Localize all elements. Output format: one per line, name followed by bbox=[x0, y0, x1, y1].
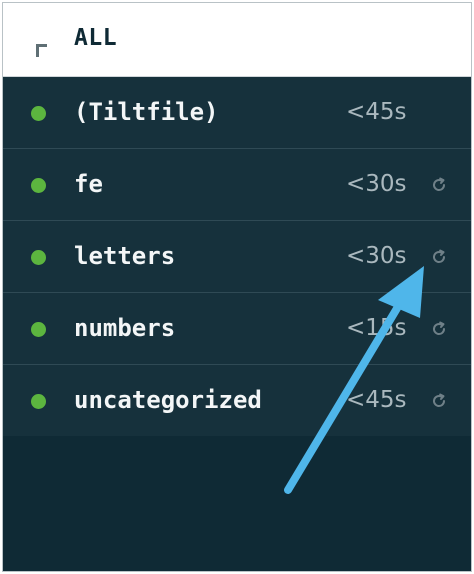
reload-icon[interactable] bbox=[431, 321, 447, 337]
status-indicator-dot bbox=[31, 178, 46, 193]
sidebar-empty-area bbox=[3, 436, 471, 571]
resource-update-time: <45s bbox=[346, 99, 407, 125]
resource-row-fe[interactable]: fe <30s bbox=[3, 149, 471, 221]
all-resources-label: ALL bbox=[74, 25, 118, 51]
status-indicator-dot bbox=[31, 106, 46, 121]
resource-name: fe bbox=[74, 170, 103, 198]
resource-sidebar: ALL (Tiltfile) <45s fe <30s letters <30s bbox=[2, 2, 472, 572]
status-indicator-dot bbox=[31, 394, 46, 409]
corner-bracket-icon bbox=[36, 44, 47, 57]
reload-icon[interactable] bbox=[431, 177, 447, 193]
resource-update-time: <45s bbox=[346, 387, 407, 413]
resource-update-time: <30s bbox=[346, 171, 407, 197]
resource-row-numbers[interactable]: numbers <15s bbox=[3, 293, 471, 365]
resource-list: (Tiltfile) <45s fe <30s letters <30s num… bbox=[3, 77, 471, 437]
resource-update-time: <15s bbox=[346, 315, 407, 341]
resource-name: (Tiltfile) bbox=[74, 98, 219, 126]
reload-icon[interactable] bbox=[431, 393, 447, 409]
resource-name: letters bbox=[74, 242, 176, 270]
all-resources-header[interactable]: ALL bbox=[3, 3, 471, 77]
resource-row-tiltfile[interactable]: (Tiltfile) <45s bbox=[3, 77, 471, 149]
resource-update-time: <30s bbox=[346, 243, 407, 269]
status-indicator-dot bbox=[31, 250, 46, 265]
resource-name: numbers bbox=[74, 314, 176, 342]
resource-name: uncategorized bbox=[74, 386, 262, 414]
status-indicator-dot bbox=[31, 322, 46, 337]
resource-row-uncategorized[interactable]: uncategorized <45s bbox=[3, 365, 471, 437]
reload-icon[interactable] bbox=[431, 249, 447, 265]
resource-row-letters[interactable]: letters <30s bbox=[3, 221, 471, 293]
